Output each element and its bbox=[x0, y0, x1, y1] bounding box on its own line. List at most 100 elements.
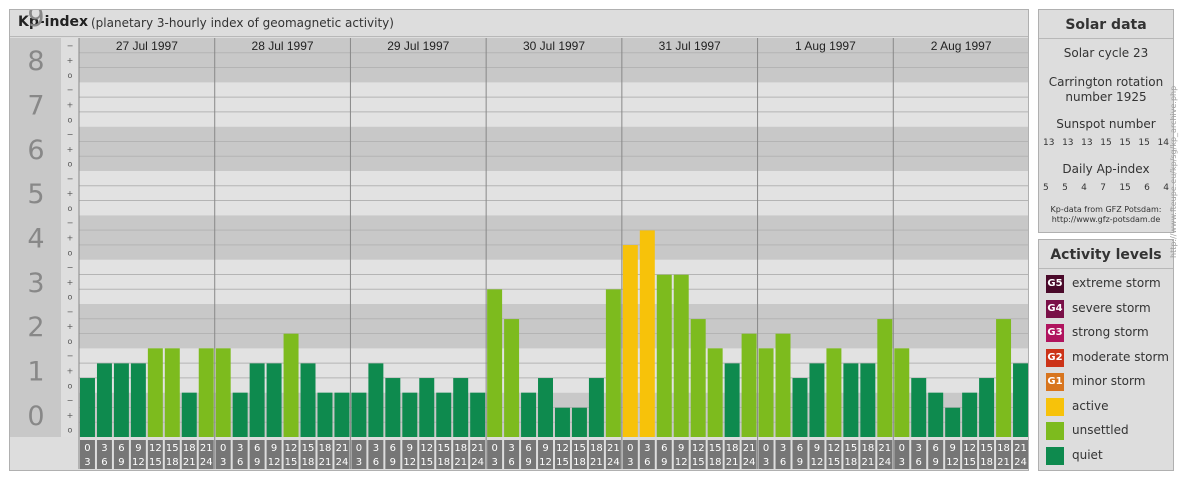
hour-start-label: 12 bbox=[692, 443, 705, 454]
sunspot-value: 13 bbox=[1062, 138, 1074, 148]
y-minor-mark: − bbox=[67, 307, 74, 316]
y-tick-label: 9 bbox=[27, 10, 44, 33]
hour-end-label: 9 bbox=[254, 457, 260, 468]
hour-end-label: 18 bbox=[302, 457, 315, 468]
ap-value: 7 bbox=[1100, 183, 1106, 193]
y-minor-mark: o bbox=[68, 160, 73, 169]
sunspot-value: 15 bbox=[1119, 138, 1131, 148]
hour-start-label: 0 bbox=[356, 443, 362, 454]
hour-start-label: 18 bbox=[997, 443, 1010, 454]
hour-end-label: 15 bbox=[963, 457, 976, 468]
hour-end-label: 12 bbox=[403, 457, 416, 468]
y-minor-mark: o bbox=[68, 204, 73, 213]
hour-start-label: 0 bbox=[84, 443, 90, 454]
sunspot-value: 13 bbox=[1043, 138, 1055, 148]
kp-bar-chart: 27 Jul 1997 28 Jul 1997 29 Jul 1997 30 Jul … bbox=[10, 10, 1028, 469]
y-minor-mark: + bbox=[67, 189, 74, 198]
kp-bar bbox=[690, 319, 706, 437]
ap-value: 5 bbox=[1043, 183, 1049, 193]
kp-bar bbox=[113, 363, 129, 437]
kp-bar bbox=[96, 363, 112, 437]
legend-label: severe storm bbox=[1072, 300, 1151, 315]
y-tick-label: 6 bbox=[27, 135, 44, 166]
hour-end-label: 21 bbox=[319, 457, 332, 468]
y-minor-mark: + bbox=[67, 101, 74, 110]
kp-bar bbox=[860, 363, 876, 437]
hour-start-label: 3 bbox=[916, 443, 922, 454]
hour-start-label: 21 bbox=[743, 443, 756, 454]
kp-bar bbox=[843, 363, 859, 437]
kp-bar bbox=[605, 289, 621, 437]
legend-label: moderate storm bbox=[1072, 349, 1169, 364]
hour-start-label: 15 bbox=[302, 443, 315, 454]
kp-bar bbox=[555, 407, 570, 437]
y-minor-mark: o bbox=[68, 426, 73, 435]
hour-end-label: 12 bbox=[539, 457, 552, 468]
y-minor-mark: + bbox=[67, 322, 74, 331]
hour-end-label: 15 bbox=[149, 457, 162, 468]
solar-panel-divider bbox=[1039, 38, 1173, 39]
hour-end-label: 15 bbox=[420, 457, 433, 468]
y-minor-mark: + bbox=[67, 411, 74, 420]
y-minor-mark: − bbox=[67, 130, 74, 139]
kp-band bbox=[79, 82, 1028, 127]
hour-start-label: 15 bbox=[980, 443, 993, 454]
legend-swatch: G1 bbox=[1046, 373, 1064, 391]
kp-bar bbox=[198, 348, 214, 437]
solar-panel-title: Solar data bbox=[1065, 17, 1147, 33]
kp-bar bbox=[1013, 363, 1028, 437]
hour-end-label: 18 bbox=[166, 457, 179, 468]
ap-title: Daily Ap-index bbox=[1062, 162, 1150, 176]
hour-end-label: 12 bbox=[946, 457, 959, 468]
hour-end-label: 24 bbox=[743, 457, 756, 468]
sunspot-value: 15 bbox=[1138, 138, 1150, 148]
source-link[interactable]: http://www.gfz-potsdam.de bbox=[1039, 215, 1173, 225]
hour-start-label: 18 bbox=[319, 443, 332, 454]
ap-value: 4 bbox=[1081, 183, 1087, 193]
hour-end-label: 21 bbox=[183, 457, 196, 468]
hour-end-label: 15 bbox=[556, 457, 569, 468]
hour-start-label: 0 bbox=[899, 443, 905, 454]
kp-bar bbox=[571, 407, 587, 437]
hour-start-label: 21 bbox=[1014, 443, 1027, 454]
kp-bar bbox=[351, 392, 367, 437]
kp-bar bbox=[164, 348, 180, 437]
hour-start-label: 15 bbox=[845, 443, 858, 454]
hour-end-label: 18 bbox=[573, 457, 586, 468]
y-minor-mark: − bbox=[67, 396, 74, 405]
hour-start-label: 21 bbox=[471, 443, 484, 454]
legend-swatch bbox=[1046, 446, 1064, 465]
hour-end-label: 24 bbox=[1014, 457, 1027, 468]
hour-end-label: 3 bbox=[220, 457, 226, 468]
hour-start-label: 12 bbox=[149, 443, 162, 454]
kp-bar bbox=[826, 348, 842, 437]
y-minor-mark: − bbox=[67, 174, 74, 183]
hour-end-label: 3 bbox=[899, 457, 905, 468]
solar-data-panel: Solar data Solar cycle 23 Carrington rot… bbox=[1038, 9, 1174, 233]
sunspot-values: 13 13 13 15 15 15 14 bbox=[1043, 138, 1169, 148]
solar-cycle-text: Solar cycle 23 bbox=[1063, 46, 1149, 60]
hour-start-label: 6 bbox=[118, 443, 124, 454]
hour-start-label: 0 bbox=[491, 443, 497, 454]
ap-value: 15 bbox=[1119, 183, 1131, 193]
kp-bar bbox=[368, 363, 384, 437]
kp-band bbox=[79, 171, 1028, 216]
kp-bar bbox=[266, 363, 282, 437]
legend-label: unsettled bbox=[1072, 423, 1129, 437]
hour-start-label: 12 bbox=[828, 443, 841, 454]
hour-start-label: 15 bbox=[437, 443, 450, 454]
hour-start-label: 18 bbox=[183, 443, 196, 454]
y-tick-label: 2 bbox=[27, 312, 44, 343]
kp-bar bbox=[707, 348, 723, 437]
hour-start-label: 0 bbox=[763, 443, 769, 454]
kp-bar bbox=[317, 392, 333, 437]
hour-start-label: 18 bbox=[590, 443, 603, 454]
kp-bar bbox=[996, 319, 1012, 437]
y-minor-mark: − bbox=[67, 263, 74, 272]
hour-end-label: 3 bbox=[356, 457, 362, 468]
hour-start-label: 6 bbox=[661, 443, 667, 454]
kp-bar bbox=[775, 333, 791, 437]
legend-swatch bbox=[1046, 397, 1064, 416]
kp-bar bbox=[80, 378, 95, 437]
hour-start-label: 21 bbox=[336, 443, 349, 454]
